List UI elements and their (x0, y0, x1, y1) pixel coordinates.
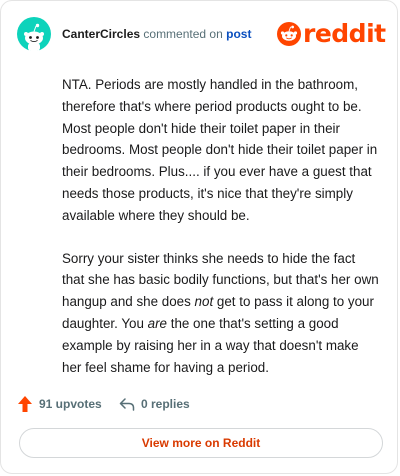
view-more-button[interactable]: View more on Reddit (19, 428, 383, 458)
reddit-wordmark: reddit (303, 19, 386, 48)
paragraph-2-emphasis-not: not (194, 294, 214, 310)
comment-header: CanterCircles commented on post reddit (17, 17, 386, 51)
snoo-avatar-icon[interactable] (17, 17, 51, 51)
reddit-snoo-icon (277, 22, 301, 46)
action-text: commented on (143, 27, 223, 41)
comment-meta: CanterCircles commented on post (62, 27, 251, 41)
comment-paragraph-1: NTA. Periods are mostly handled in the b… (62, 74, 380, 227)
reply-arrow-icon (119, 398, 135, 411)
username[interactable]: CanterCircles (62, 27, 140, 41)
comment-paragraph-2: Sorry your sister thinks she needs to hi… (62, 248, 380, 379)
paragraph-2-emphasis-are: are (147, 315, 167, 331)
upvote-arrow-icon (18, 396, 32, 412)
upvote-button[interactable]: 91 upvotes (17, 393, 102, 415)
paragraph-1-text: NTA. Periods are mostly handled in the b… (62, 77, 378, 223)
comment-body: NTA. Periods are mostly handled in the b… (62, 74, 380, 399)
upvotes-count: 91 upvotes (39, 397, 102, 411)
replies-count: 0 replies (141, 397, 190, 411)
reddit-brand[interactable]: reddit (277, 19, 386, 49)
comment-embed-card: CanterCircles commented on post reddit N… (0, 0, 398, 474)
post-link[interactable]: post (226, 27, 251, 41)
replies-button[interactable]: 0 replies (119, 393, 190, 415)
